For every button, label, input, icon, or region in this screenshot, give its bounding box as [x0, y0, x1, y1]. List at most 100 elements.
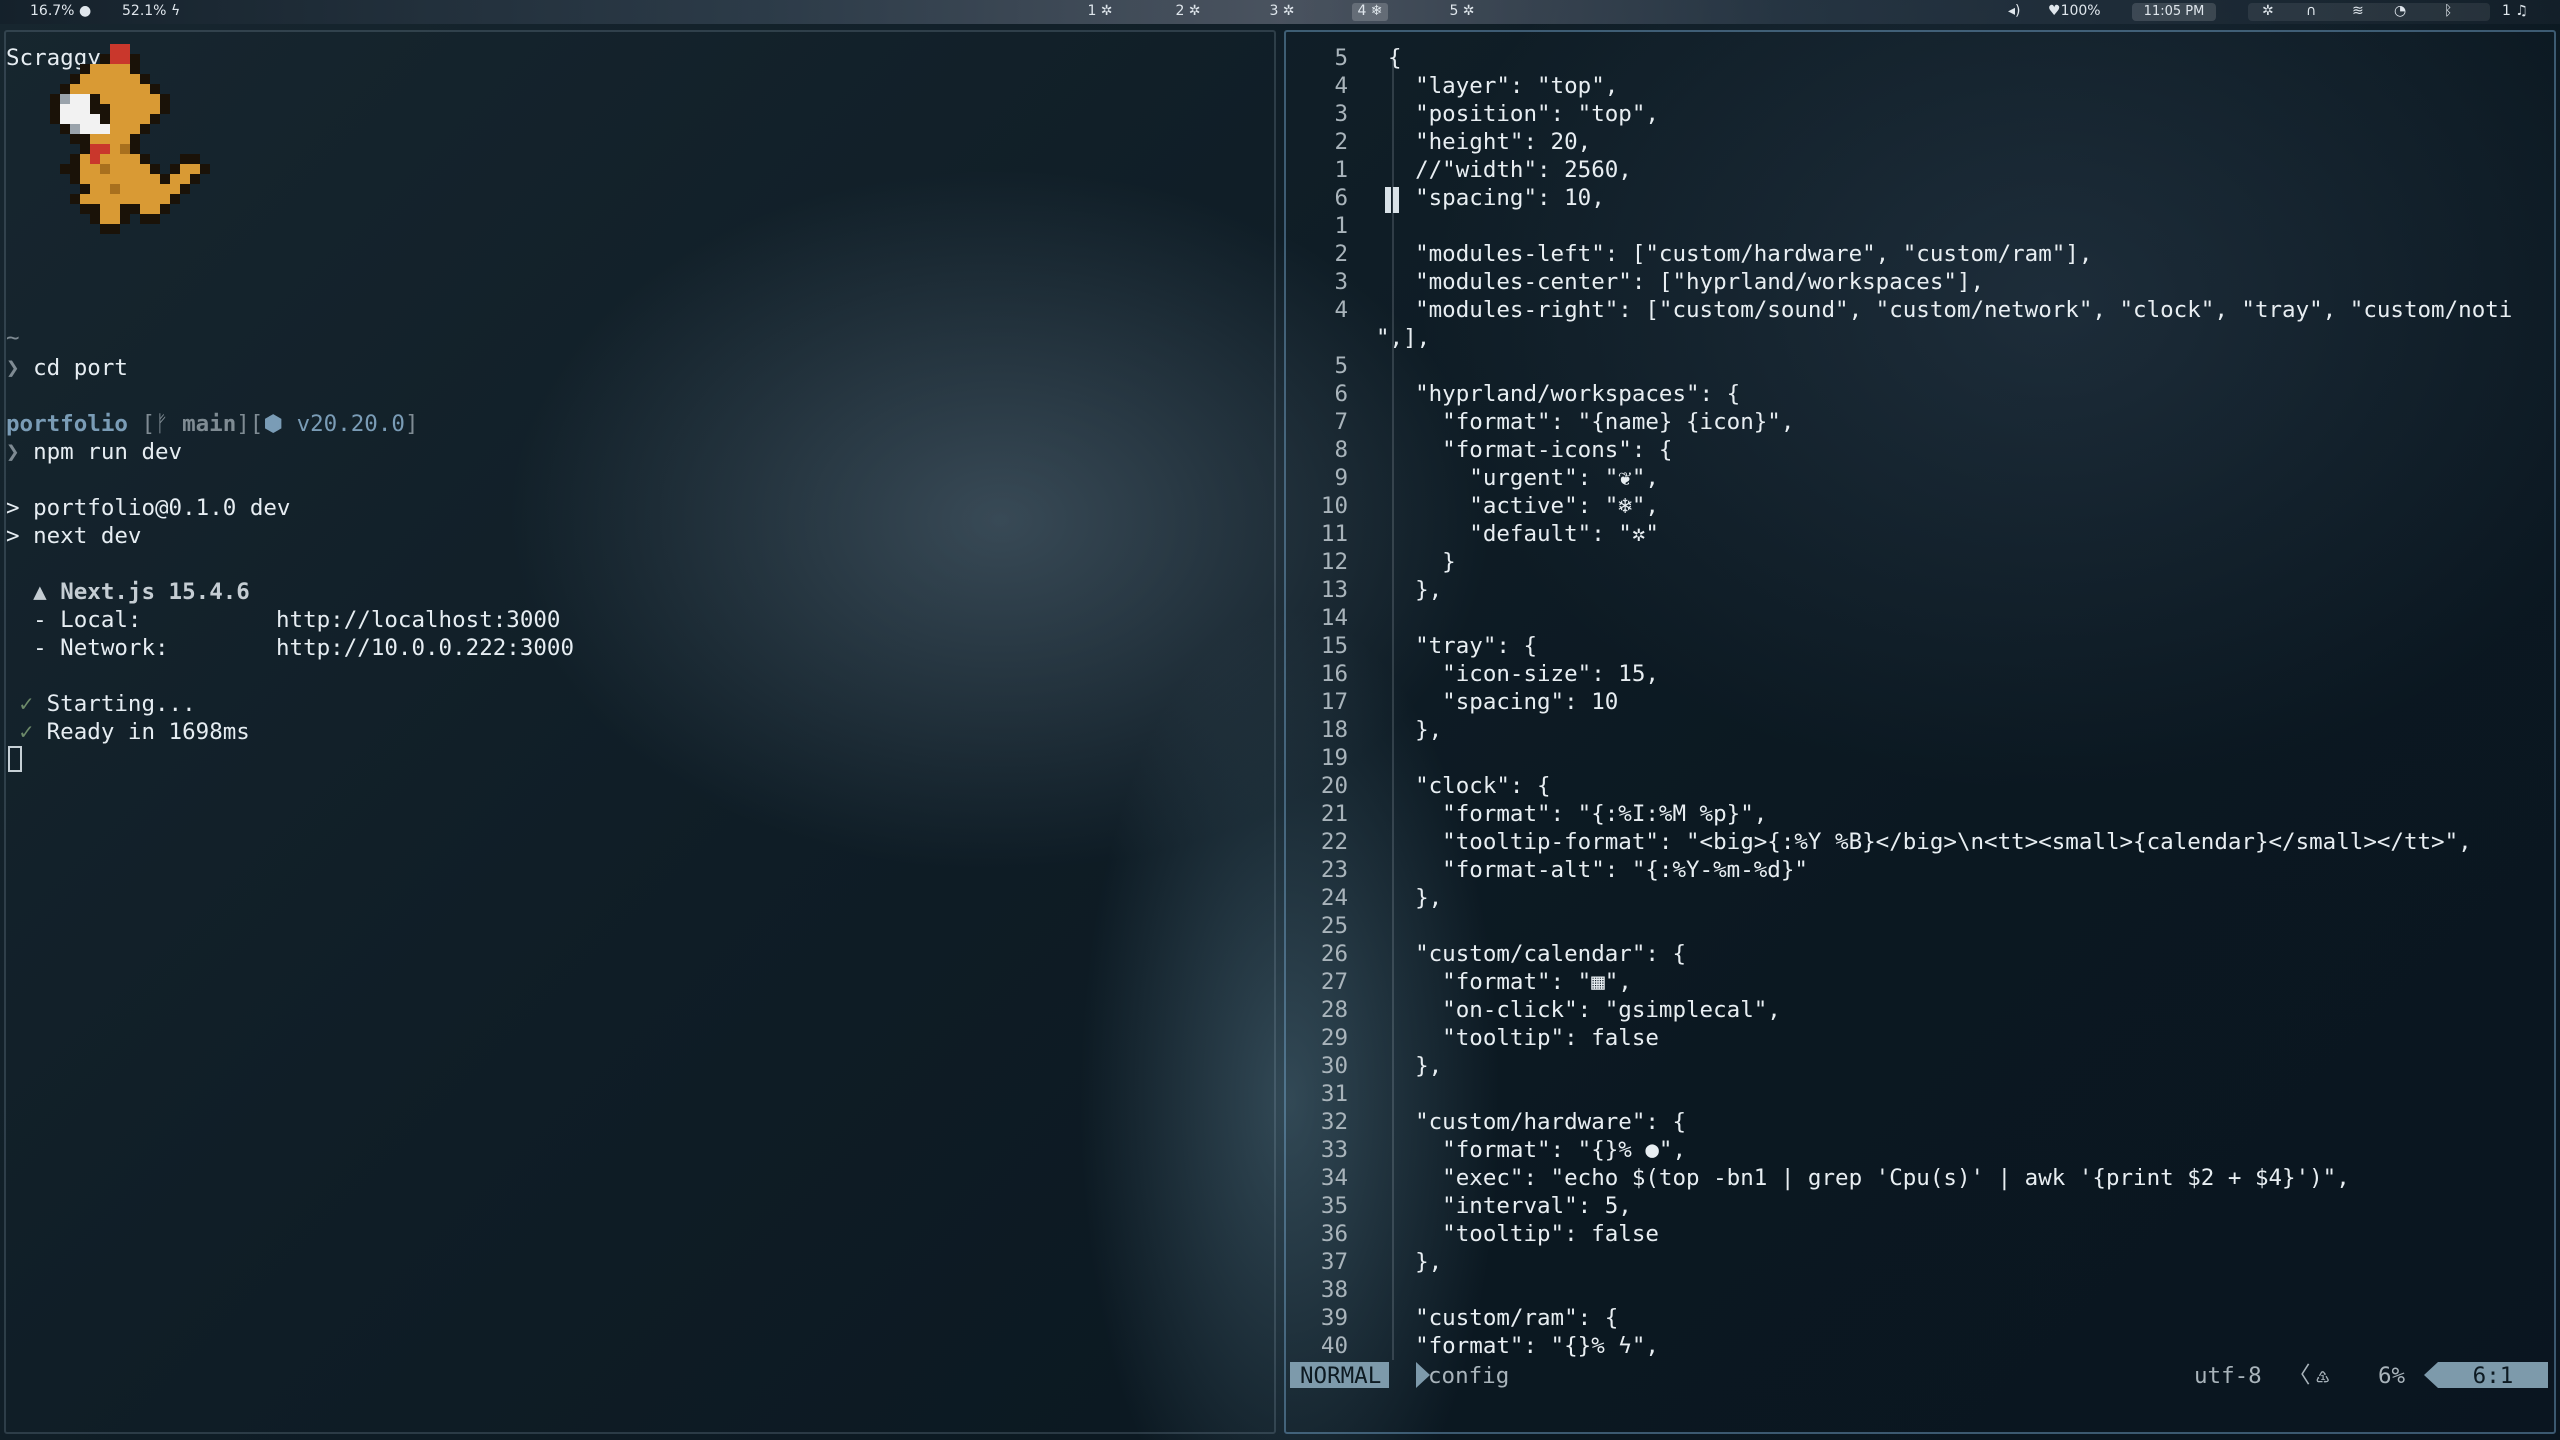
notifications[interactable]: 1 ♫ — [2502, 3, 2528, 19]
code-line[interactable]: 19 — [1288, 744, 2552, 772]
code-line[interactable]: 20 "clock": { — [1288, 772, 2552, 800]
editor-cursor — [1385, 187, 1391, 213]
code-line[interactable]: 3 "position": "top", — [1288, 100, 2552, 128]
code-text: "format": "{:%I:%M %p}", — [1388, 801, 1768, 827]
code-line[interactable]: 27 "format": "▦", — [1288, 968, 2552, 996]
line-number: 8 — [1334, 437, 1348, 463]
workspace-5[interactable]: 5 ✲ — [1444, 3, 1480, 21]
code-line[interactable]: 24 }, — [1288, 884, 2552, 912]
code-line[interactable]: 40 "format": "{}% ϟ", — [1288, 1332, 2552, 1360]
network-status[interactable]: ♥100% — [2048, 3, 2101, 19]
code-line[interactable]: 35 "interval": 5, — [1288, 1192, 2552, 1220]
line-number: 9 — [1334, 465, 1348, 491]
line-number: 16 — [1320, 661, 1348, 687]
code-text: "format-alt": "{:%Y-%m-%d}" — [1388, 857, 1808, 883]
code-line[interactable]: 18 }, — [1288, 716, 2552, 744]
code-line[interactable]: 21 "format": "{:%I:%M %p}", — [1288, 800, 2552, 828]
line-number: 3 — [1334, 101, 1348, 127]
code-line[interactable]: 14 — [1288, 604, 2552, 632]
code-line[interactable]: 3 "modules-center": ["hyprland/workspace… — [1288, 268, 2552, 296]
code-line[interactable]: 29 "tooltip": false — [1288, 1024, 2552, 1052]
code-line[interactable]: 22 "tooltip-format": "<big>{:%Y %B}</big… — [1288, 828, 2552, 856]
code-line[interactable]: 28 "on-click": "gsimplecal", — [1288, 996, 2552, 1024]
code-line[interactable]: 13 }, — [1288, 576, 2552, 604]
code-line[interactable]: 1 — [1288, 212, 2552, 240]
code-line[interactable]: 23 "format-alt": "{:%Y-%m-%d}" — [1288, 856, 2552, 884]
code-line[interactable]: 37 }, — [1288, 1248, 2552, 1276]
wifi-heart-icon: ♥ — [2048, 3, 2061, 19]
line-number: 15 — [1320, 633, 1348, 659]
line-number: 5 — [1334, 45, 1348, 71]
code-line[interactable]: 15 "tray": { — [1288, 632, 2552, 660]
code-line[interactable]: 2 "height": 20, — [1288, 128, 2552, 156]
ram-usage[interactable]: 52.1% ϟ — [122, 3, 180, 19]
local-url[interactable]: http://localhost:3000 — [276, 606, 560, 634]
code-line[interactable]: 31 — [1288, 1080, 2552, 1108]
line-number: 4 — [1334, 297, 1348, 323]
code-line[interactable]: 10 "active": "❄", — [1288, 492, 2552, 520]
code-text: "tooltip-format": "<big>{:%Y %B}</big>\n… — [1388, 829, 2472, 855]
line-number: 5 — [1334, 353, 1348, 379]
status-line: ✓ Ready in 1698ms — [19, 719, 250, 745]
code-line[interactable]: 32 "custom/hardware": { — [1288, 1108, 2552, 1136]
line-number: 1 — [1334, 157, 1348, 183]
clock[interactable]: 11:05 PM — [2132, 3, 2216, 21]
tray-wifi-icon[interactable]: ≋ — [2352, 3, 2364, 19]
workspace-2[interactable]: 2 ✲ — [1170, 3, 1206, 21]
code-line[interactable]: 39 "custom/ram": { — [1288, 1304, 2552, 1332]
git-branch-icon: ᚠ — [155, 411, 169, 437]
line-number: 37 — [1320, 1249, 1348, 1275]
workspace-3[interactable]: 3 ✲ — [1264, 3, 1300, 21]
code-text: "interval": 5, — [1388, 1193, 1632, 1219]
network-url[interactable]: http://10.0.0.222:3000 — [276, 634, 574, 662]
tray-sync-icon[interactable]: ◔ — [2394, 3, 2406, 19]
code-line[interactable]: 5{ — [1288, 44, 2552, 72]
line-number: 35 — [1320, 1193, 1348, 1219]
code-text: "modules-center": ["hyprland/workspaces"… — [1388, 269, 1985, 295]
line-number: 28 — [1320, 997, 1348, 1023]
line-number: 23 — [1320, 857, 1348, 883]
code-line[interactable]: 7 "format": "{name} {icon}", — [1288, 408, 2552, 436]
code-line[interactable]: 30 }, — [1288, 1052, 2552, 1080]
code-line[interactable]: 38 — [1288, 1276, 2552, 1304]
code-line[interactable]: 9 "urgent": "❦", — [1288, 464, 2552, 492]
status-line: ✓ Starting... — [19, 691, 196, 717]
tray-headphones-icon[interactable]: ∩ — [2306, 3, 2316, 19]
code-line[interactable]: 16 "icon-size": 15, — [1288, 660, 2552, 688]
code-line[interactable]: 6 "spacing": 10, — [1288, 184, 2552, 212]
line-number: 10 — [1320, 493, 1348, 519]
code-line[interactable]: 33 "format": "{}% ●", — [1288, 1136, 2552, 1164]
code-text: "format-icons": { — [1388, 437, 1673, 463]
volume-icon[interactable]: ◂) — [2008, 3, 2021, 19]
code-line[interactable]: 25 — [1288, 912, 2552, 940]
line-number: 30 — [1320, 1053, 1348, 1079]
code-line[interactable]: 12 } — [1288, 548, 2552, 576]
code-line[interactable]: 4 "modules-right": ["custom/sound", "cus… — [1288, 296, 2552, 324]
check-icon: ✓ — [19, 719, 34, 745]
code-line[interactable]: 17 "spacing": 10 — [1288, 688, 2552, 716]
code-line[interactable]: 6 "hyprland/workspaces": { — [1288, 380, 2552, 408]
cpu-usage[interactable]: 16.7% ● — [30, 3, 91, 19]
code-line[interactable]: 11 "default": "✲" — [1288, 520, 2552, 548]
code-text: "custom/ram": { — [1388, 1305, 1619, 1331]
code-line[interactable]: 5 — [1288, 352, 2552, 380]
code-line[interactable]: ",], — [1288, 324, 2552, 352]
code-line[interactable]: 2 "modules-left": ["custom/hardware", "c… — [1288, 240, 2552, 268]
code-line[interactable]: 36 "tooltip": false — [1288, 1220, 2552, 1248]
code-line[interactable]: 4 "layer": "top", — [1288, 72, 2552, 100]
workspace-4[interactable]: 4 ❄ — [1352, 3, 1388, 21]
line-number: 6 — [1334, 381, 1348, 407]
code-text: ",], — [1376, 325, 1431, 351]
code-line[interactable]: 34 "exec": "echo $(top -bn1 | grep 'Cpu(… — [1288, 1164, 2552, 1192]
top-bar: 16.7% ● 52.1% ϟ 1 ✲ 2 ✲ 3 ✲ 4 ❄ 5 ✲ ◂) ♥… — [0, 0, 2560, 24]
code-editor[interactable]: 5{4 "layer": "top", 3 "position": "top", 2… — [1288, 44, 2552, 1364]
code-text: "height": 20, — [1388, 129, 1592, 155]
tray-app-icon[interactable]: ✲ — [2262, 3, 2274, 19]
tray-bluetooth-icon[interactable]: ᛒ — [2444, 3, 2452, 19]
code-line[interactable]: 1 //"width": 2560, — [1288, 156, 2552, 184]
editor-cursor — [1393, 187, 1399, 213]
code-line[interactable]: 8 "format-icons": { — [1288, 436, 2552, 464]
line-number: 4 — [1334, 73, 1348, 99]
workspace-1[interactable]: 1 ✲ — [1082, 3, 1118, 21]
code-line[interactable]: 26 "custom/calendar": { — [1288, 940, 2552, 968]
